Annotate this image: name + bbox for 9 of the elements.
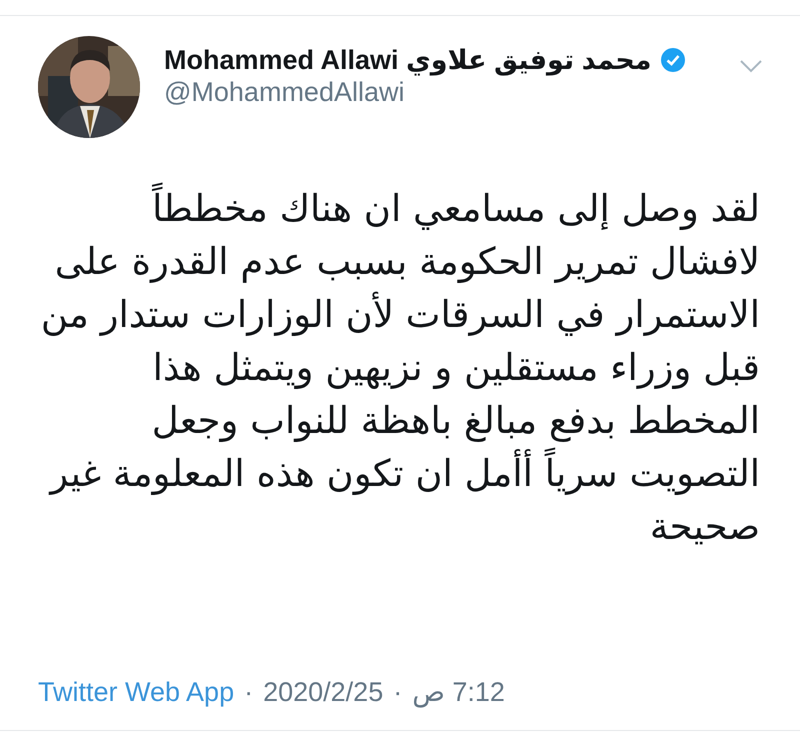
separator-dot: · bbox=[244, 676, 254, 709]
chevron-down-icon[interactable] bbox=[740, 60, 762, 73]
tweet-text: لقد وصل إلى مسامعي ان هناك مخططاً لافشال تمرير الحكومة بسبب عدم القدرة على الاستمرار في السرقات لأن الوزارات ستدار من قبل وزراء مستقلين و نزيهين ويتمثل هذا المخطط بدفع مبالغ باهظة للنواب وجعل التصويت سرياً أأمل ان تكون هذه المعلومة غير صحيحة bbox=[38, 182, 762, 622]
separator-dot: · bbox=[393, 676, 402, 709]
time-text: 7:12 ص bbox=[412, 676, 505, 710]
author-name[interactable]: Mohammed Allawi محمد توفيق علاوي bbox=[164, 44, 652, 76]
source-link[interactable]: Twitter Web App bbox=[38, 672, 234, 712]
date-text: 2020/2/25 bbox=[263, 676, 384, 709]
author-handle[interactable]: @MohammedAllawi bbox=[164, 76, 740, 109]
